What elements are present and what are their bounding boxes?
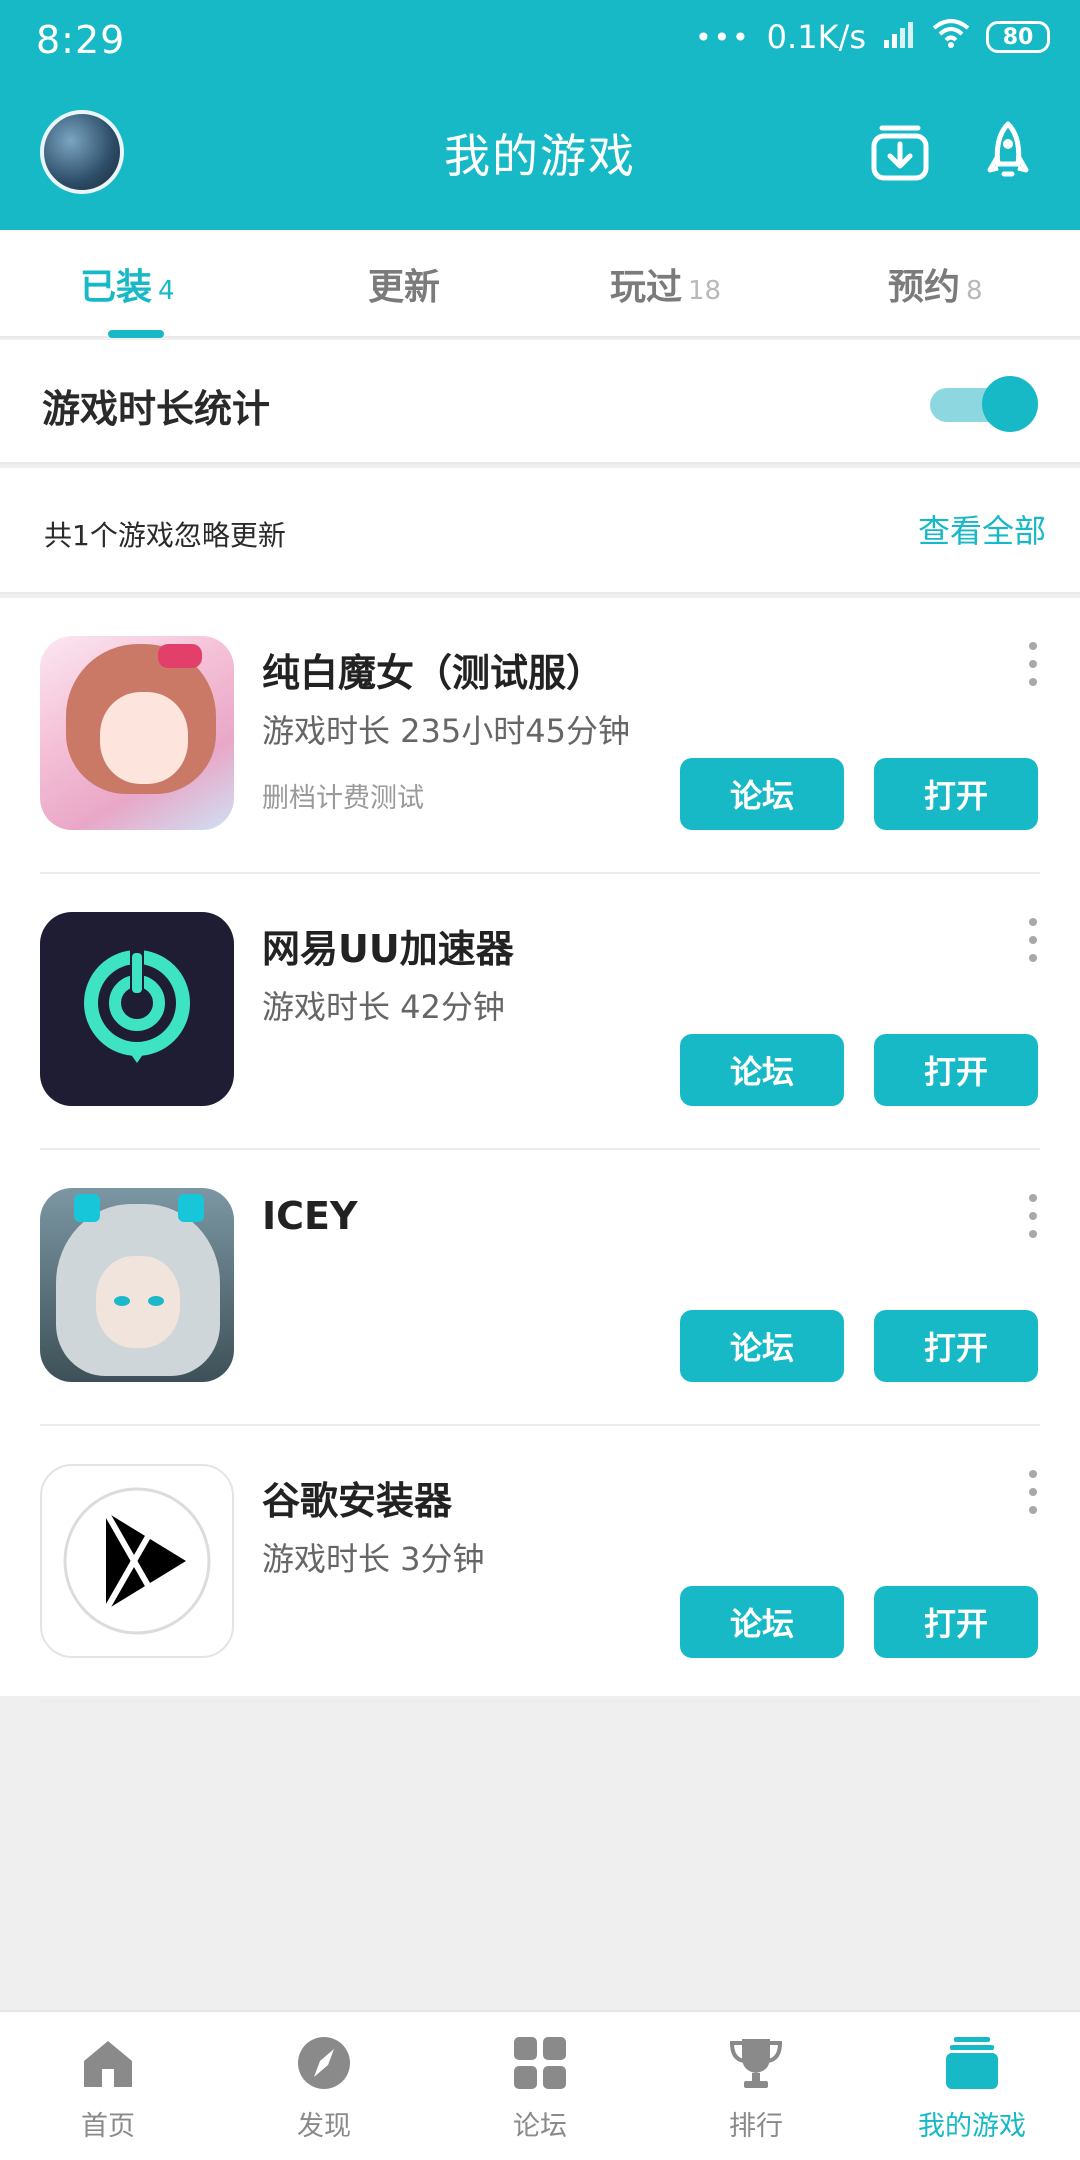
status-bar: 8:29 ••• 0.1K/s 80 [0,0,1080,80]
status-time: 8:29 [36,18,126,62]
ignored-updates-text: 共1个游戏忽略更新 [44,519,286,552]
icon-art [114,1296,130,1306]
tab-label: 已装 [80,267,153,308]
game-note: 删档计费测试 [262,783,424,814]
more-options-icon[interactable] [1026,918,1040,962]
game-item: 纯白魔女（测试服） 游戏时长 235小时45分钟 删档计费测试 论坛 打开 [0,598,1080,874]
game-title: ICEY [262,1194,358,1238]
open-button[interactable]: 打开 [874,1586,1038,1658]
icon-art [178,1194,204,1222]
nav-item-discover[interactable]: 发现 [216,2034,432,2154]
nav-label: 排行 [729,2111,783,2142]
game-title: 网易UU加速器 [262,927,514,971]
nav-item-home[interactable]: 首页 [0,2034,216,2154]
nav-label: 发现 [297,2111,351,2142]
game-item: 谷歌安装器 游戏时长 3分钟 论坛 打开 [0,1426,1080,1702]
icon-art [148,1296,164,1306]
tab-count: 4 [158,276,175,306]
game-title: 谷歌安装器 [262,1479,453,1523]
toggle-knob [982,376,1038,432]
installed-games-list: 纯白魔女（测试服） 游戏时长 235小时45分钟 删档计费测试 论坛 打开 网易… [0,598,1080,1702]
icon-art [158,644,202,668]
tab-label: 更新 [368,267,441,308]
nav-label: 论坛 [513,2111,567,2142]
compass-icon [295,2034,353,2092]
game-item: 网易UU加速器 游戏时长 42分钟 论坛 打开 [0,874,1080,1150]
tab-count: 8 [966,276,983,306]
signal-icon [882,18,916,56]
ignored-updates-row: 共1个游戏忽略更新 查看全部 [0,468,1080,594]
playtime-stats-label: 游戏时长统计 [42,387,271,431]
forum-button[interactable]: 论坛 [680,1034,844,1106]
divider [40,1700,1040,1702]
game-icon[interactable] [40,636,234,830]
open-button[interactable]: 打开 [874,758,1038,830]
game-icon[interactable] [40,912,234,1106]
icon-art [74,1194,100,1222]
more-options-icon[interactable] [1026,1470,1040,1514]
nav-label: 首页 [81,2111,135,2142]
tab-installed[interactable]: 已装 4 [80,258,175,314]
tab-label: 玩过 [610,267,683,308]
game-item: ICEY 论坛 打开 [0,1150,1080,1426]
icon-art [96,1256,180,1348]
open-button[interactable]: 打开 [874,1034,1038,1106]
tab-label: 预约 [888,267,961,308]
tab-updates[interactable]: 更新 [368,258,440,314]
network-speed: 0.1K/s [766,18,866,56]
nav-label: 我的游戏 [918,2111,1026,2142]
game-icon[interactable] [40,1188,234,1382]
game-icon[interactable] [40,1464,234,1658]
nav-item-forum[interactable]: 论坛 [432,2034,648,2154]
tab-played[interactable]: 玩过 18 [610,258,721,314]
playtime-stats-toggle[interactable] [920,376,1038,432]
more-options-icon[interactable] [1026,1194,1040,1238]
my-games-page: 8:29 ••• 0.1K/s 80 我的游戏 已装 4 更新 玩过 18 预约… [0,0,1080,2160]
game-stack-icon [943,2034,1001,2092]
status-indicators: ••• 0.1K/s 80 [695,18,1050,56]
game-playtime: 游戏时长 3分钟 [262,1540,485,1578]
game-tabs: 已装 4 更新 玩过 18 预约 8 [0,230,1080,338]
download-icon[interactable] [868,120,932,184]
game-playtime: 游戏时长 235小时45分钟 [262,712,630,750]
tab-count: 18 [688,276,722,306]
forum-button[interactable]: 论坛 [680,1310,844,1382]
playtime-stats-row: 游戏时长统计 [0,340,1080,464]
forum-button[interactable]: 论坛 [680,758,844,830]
rocket-icon[interactable] [976,120,1040,184]
more-options-icon[interactable] [1026,642,1040,686]
game-playtime: 游戏时长 42分钟 [262,988,505,1026]
nav-item-ranking[interactable]: 排行 [648,2034,864,2154]
wifi-icon [932,18,970,56]
bottom-navigation: 首页 发现 论坛 排行 我的游戏 [0,2010,1080,2160]
home-icon [79,2034,137,2092]
more-dots-icon: ••• [695,20,751,54]
trophy-icon [727,2034,785,2092]
icon-art [100,692,188,784]
uu-logo-icon [84,949,190,1063]
forum-button[interactable]: 论坛 [680,1586,844,1658]
open-button[interactable]: 打开 [874,1310,1038,1382]
active-tab-indicator [108,330,164,338]
game-title: 纯白魔女（测试服） [262,651,605,695]
tab-reserved[interactable]: 预约 8 [888,258,983,314]
view-all-link[interactable]: 查看全部 [918,506,1046,552]
top-header: 8:29 ••• 0.1K/s 80 我的游戏 [0,0,1080,230]
play-triangle-icon [63,1487,211,1635]
battery-icon: 80 [986,21,1050,53]
grid-icon [511,2034,569,2092]
nav-item-my-games[interactable]: 我的游戏 [864,2034,1080,2154]
